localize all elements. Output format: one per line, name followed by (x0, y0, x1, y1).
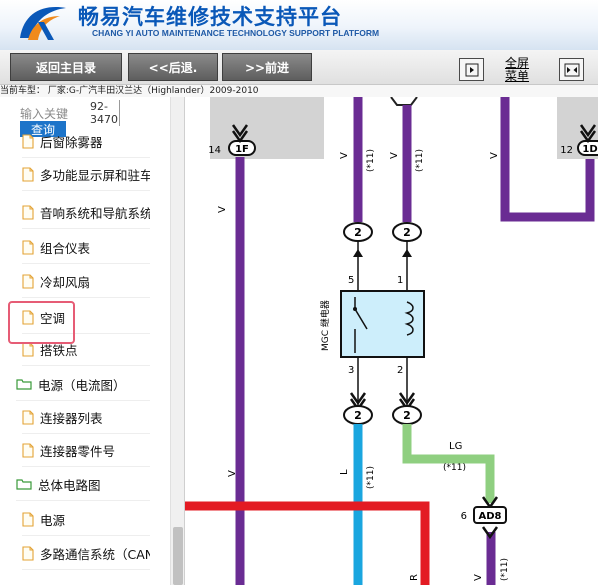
connector-1f-label: 1F (235, 144, 249, 155)
toolbar: 返回主目录 <<后退. >>前进 全屏 菜单 (0, 50, 598, 85)
home-button[interactable]: 返回主目录 (10, 53, 122, 81)
tree-item-label: 冷却风扇 (40, 274, 91, 290)
connector-1f-pin: 14 (208, 145, 221, 156)
relay-pin-5: 5 (348, 275, 354, 286)
tree-item[interactable]: 多路通信系统（CAN） (22, 537, 150, 570)
arrow-up-icon (353, 249, 363, 257)
wire-v-label-mid: V (339, 152, 350, 159)
panel-expand-icon (564, 63, 579, 76)
wire-v-label-bottom: V (473, 574, 484, 581)
app-window: 畅易汽车维修技术支持平台 CHANG YI AUTO MAINTENANCE T… (0, 0, 598, 585)
relay-pin-3: 3 (348, 365, 354, 376)
document-icon (22, 166, 34, 182)
connector-ad8-label: AD8 (479, 511, 502, 522)
platform-subtitle: CHANG YI AUTO MAINTENANCE TECHNOLOGY SUP… (92, 28, 380, 38)
menu-label: 菜单 (505, 69, 530, 83)
search-input[interactable]: 输入关键 (20, 105, 68, 122)
sidebar-scrollbar[interactable] (170, 97, 184, 585)
tree-item-label: 音响系统和导航系统 (40, 205, 150, 221)
relay-top-connector (390, 97, 418, 106)
relay-pin-1: 1 (397, 275, 403, 286)
back-button[interactable]: <<后退. (128, 53, 218, 81)
changyi-logo-icon (20, 7, 66, 40)
fullscreen-menu-link[interactable]: 全屏 菜单 (505, 57, 529, 83)
document-icon (22, 133, 34, 149)
tree-item[interactable]: 音响系统和导航系统 (22, 196, 150, 229)
wire-note-mid: (*11) (366, 149, 376, 172)
wire-r-label: R (409, 574, 420, 581)
tree-item[interactable]: 冷却风扇 (22, 265, 150, 298)
tree-item[interactable]: 多功能显示屏和驻车辅 (22, 158, 150, 191)
selected-item-highlight (8, 301, 75, 344)
mgc-relay (340, 290, 425, 358)
current-vehicle-text: 当前车型： 厂家:G-广汽丰田汉兰达（Highlander）2009-2010 (0, 85, 598, 97)
wire-note-green: (*11) (443, 463, 466, 473)
tree-folder[interactable]: 电源（电流图） (16, 368, 150, 401)
wire-l-label: L (339, 469, 350, 475)
tree-item-label: 多功能显示屏和驻车辅 (40, 167, 150, 183)
tree-item-label: 连接器零件号 (40, 443, 116, 459)
document-icon (22, 409, 34, 425)
document-icon (22, 239, 34, 255)
scrollbar-thumb[interactable] (173, 527, 183, 585)
folder-icon (16, 479, 32, 490)
wire-v-label-left: V (217, 206, 228, 213)
tree-item[interactable]: 连接器列表 (22, 401, 150, 434)
wire-lg-label: LG (449, 441, 462, 452)
wire-v-label-right: V (389, 152, 400, 159)
sidebar: 输入关键 92- 3470 查询 后窗除雾器多功能显示屏和驻车辅音响系统和导航系… (0, 97, 185, 585)
tree-item[interactable]: 电源 (22, 503, 150, 536)
tree-item-label: 电源 (40, 512, 66, 528)
relay-label: MGC 继电器 (319, 300, 331, 351)
search-result-code: 92- 3470 (90, 100, 120, 126)
document-icon (22, 442, 34, 458)
document-icon (22, 545, 34, 561)
tree-item-label: 电源（电流图） (38, 377, 126, 393)
wire-v-label-lower: V (227, 470, 238, 477)
arrow-up-icon (402, 249, 412, 257)
document-icon (22, 204, 34, 220)
connector-ad8-pin: 6 (461, 511, 467, 522)
wire-note-bottom: (*11) (500, 558, 510, 581)
tree-item[interactable]: 后窗除雾器 (22, 125, 150, 158)
connector-block-left (210, 97, 324, 159)
document-icon (22, 273, 34, 289)
connector-2-label: 2 (354, 226, 362, 239)
connector-1d-label: 1D (582, 144, 597, 155)
forward-button[interactable]: >>前进 (222, 53, 312, 81)
panel-arrow-right-icon (465, 63, 478, 76)
red-wire (185, 501, 430, 585)
tree-item-label: 连接器列表 (40, 410, 103, 426)
tree-item-label: 总体电路图 (38, 477, 101, 493)
tree-item[interactable]: 组合仪表 (22, 231, 150, 264)
wire-note-blue: (*11) (366, 466, 376, 489)
connector-2-label: 2 (403, 409, 411, 422)
relay-pin-2: 2 (397, 365, 403, 376)
folder-icon (16, 379, 32, 390)
collapse-sidebar-button[interactable] (459, 58, 484, 81)
wiring-diagram-svg: 1F 14 1D 12 V V (*11) V (*11) V 2 2 MGC … (185, 97, 598, 585)
document-icon (22, 511, 34, 527)
wire-note-right: (*11) (415, 149, 425, 172)
tree-item[interactable]: 连接器零件号 (22, 434, 150, 467)
connector-1d-pin: 12 (560, 145, 573, 156)
tree-folder[interactable]: 总体电路图 (16, 468, 150, 501)
expand-panels-button[interactable] (559, 58, 584, 81)
connector-2-label: 2 (403, 226, 411, 239)
tree-item-label: 后窗除雾器 (40, 134, 103, 150)
app-header: 畅易汽车维修技术支持平台 CHANG YI AUTO MAINTENANCE T… (0, 0, 598, 50)
connector-2-label: 2 (354, 409, 362, 422)
wiring-diagram: 1F 14 1D 12 V V (*11) V (*11) V 2 2 MGC … (185, 97, 598, 585)
tree-item-label: 多路通信系统（CAN） (40, 546, 150, 562)
search-code-line1: 92- (90, 100, 108, 113)
wire-v-label-far: V (489, 152, 500, 159)
platform-title: 畅易汽车维修技术支持平台 (78, 5, 342, 29)
tree-item-label: 组合仪表 (40, 240, 91, 256)
